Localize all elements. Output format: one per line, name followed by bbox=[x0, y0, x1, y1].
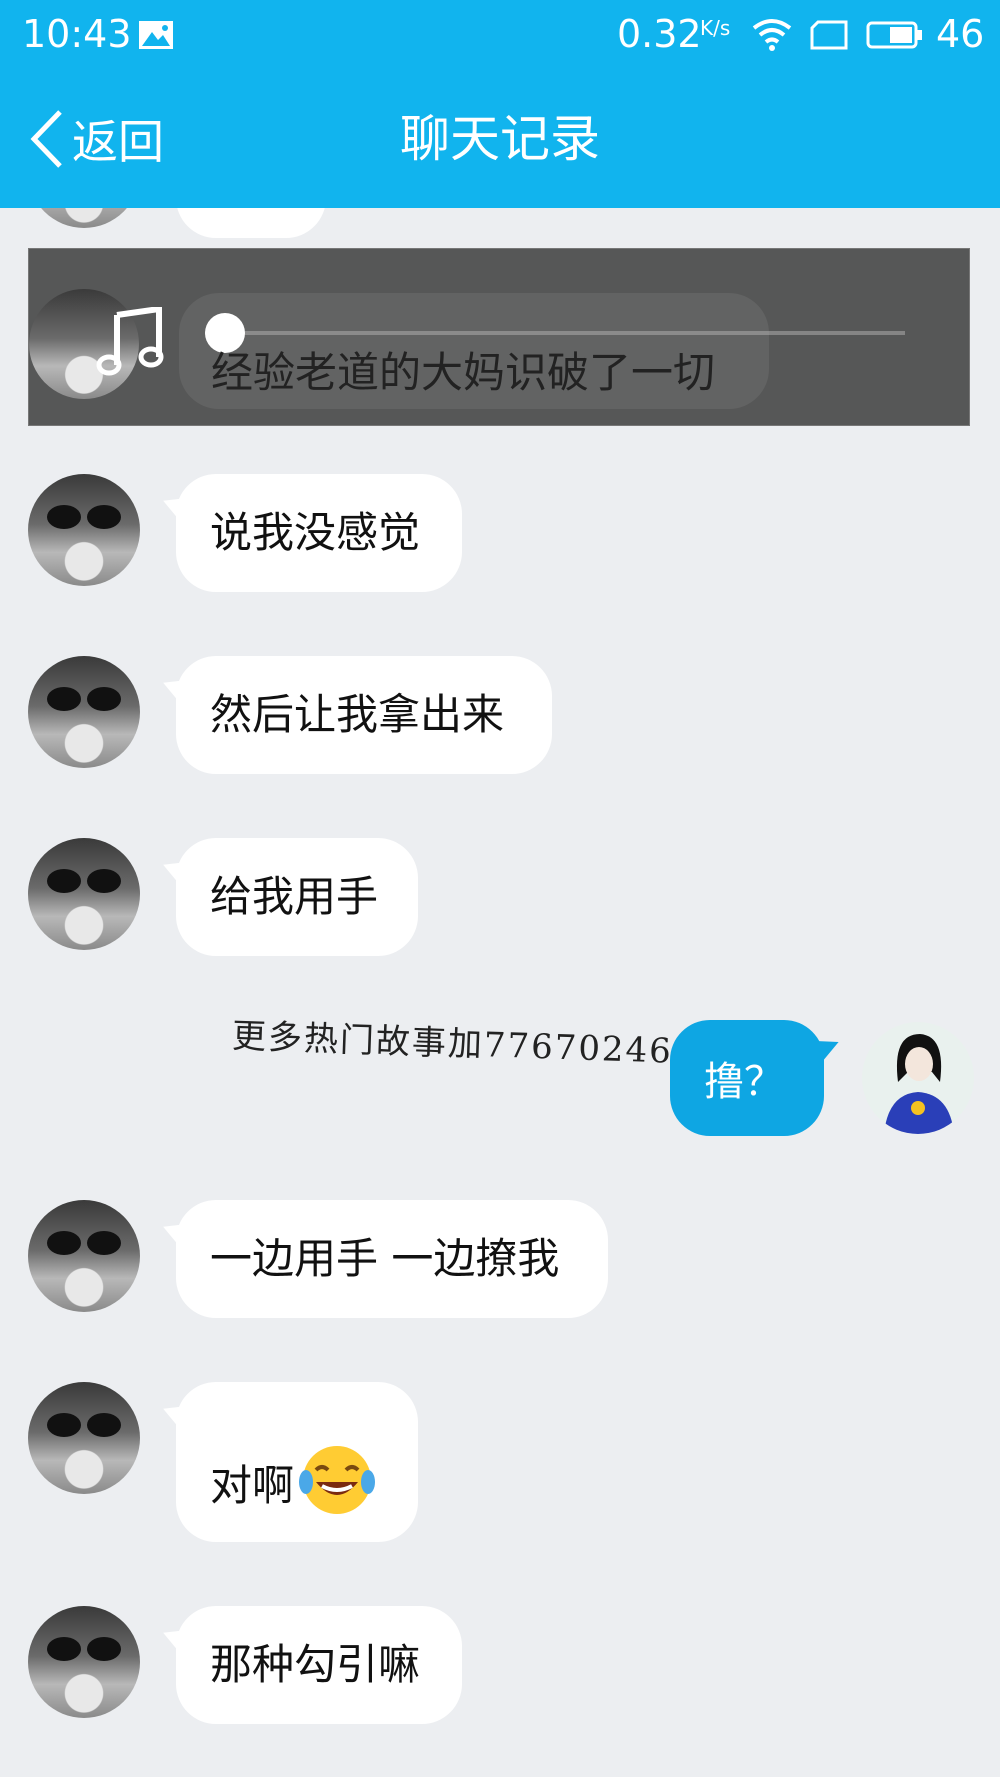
message-bubble[interactable]: 一边用手 一边撩我 bbox=[176, 1200, 608, 1318]
avatar[interactable] bbox=[28, 656, 140, 768]
message-text: 然后让我拿出来 bbox=[210, 690, 505, 739]
player-caption: 经验老道的大妈识破了一切 bbox=[211, 348, 716, 397]
user-avatar-illustration bbox=[884, 1034, 954, 1134]
message-text: 说我没感觉 bbox=[210, 508, 421, 557]
message-text: 对啊 bbox=[210, 1461, 295, 1510]
avatar-glasses bbox=[47, 505, 121, 529]
wifi-icon bbox=[752, 19, 792, 51]
screen-icon bbox=[810, 20, 848, 50]
avatar[interactable] bbox=[28, 1382, 140, 1494]
avatar[interactable] bbox=[28, 208, 140, 228]
progress-track[interactable] bbox=[205, 331, 905, 335]
message-text: 一边用手 一边撩我 bbox=[210, 1234, 560, 1283]
chat-area[interactable]: 经验老道的大妈识破了一切 说我没感觉 然后让我拿出来 给我用手 更多热门故事加7… bbox=[0, 208, 1000, 1777]
message-bubble[interactable]: 给我用手 bbox=[176, 838, 418, 956]
page-title: 聊天记录 bbox=[400, 110, 600, 168]
avatar-glasses bbox=[47, 869, 121, 893]
avatar-glasses bbox=[47, 1637, 121, 1661]
avatar-glasses bbox=[47, 687, 121, 711]
avatar-glasses bbox=[47, 1413, 121, 1437]
message-bubble[interactable]: 那种勾引嘛 bbox=[176, 1606, 462, 1724]
net-speed-unit: K/s bbox=[700, 16, 731, 40]
tears-of-joy-emoji bbox=[299, 1446, 376, 1514]
avatar[interactable] bbox=[28, 838, 140, 950]
nav-bar: 返回 聊天记录 bbox=[0, 70, 1000, 208]
message-bubble[interactable]: 然后让我拿出来 bbox=[176, 656, 552, 774]
avatar[interactable] bbox=[28, 1200, 140, 1312]
message-text: 那种勾引嘛 bbox=[210, 1640, 421, 1689]
my-avatar[interactable] bbox=[862, 1022, 974, 1134]
avatar[interactable] bbox=[28, 474, 140, 586]
status-time: 10:43 bbox=[22, 12, 132, 56]
message-text: 给我用手 bbox=[210, 872, 379, 921]
message-bubble[interactable]: 对啊 bbox=[176, 1382, 418, 1542]
battery-icon bbox=[866, 21, 922, 49]
music-note-icon[interactable] bbox=[87, 307, 173, 377]
message-text: 撸？ bbox=[704, 1059, 784, 1105]
avatar[interactable] bbox=[28, 1606, 140, 1718]
avatar-glasses bbox=[47, 1231, 121, 1255]
my-message-bubble[interactable]: 撸？ bbox=[670, 1020, 824, 1136]
battery-level: 46 bbox=[936, 12, 985, 56]
watermark-text: 更多热门故事加77670246 bbox=[231, 1016, 674, 1072]
image-icon bbox=[139, 21, 173, 49]
net-speed: 0.32 bbox=[617, 12, 702, 56]
status-bar: 10:43 0.32 K/s 46 bbox=[0, 0, 1000, 70]
message-bubble[interactable]: 说我没感觉 bbox=[176, 474, 462, 592]
media-player[interactable]: 经验老道的大妈识破了一切 bbox=[28, 248, 970, 426]
message-bubble-partial bbox=[176, 208, 326, 238]
